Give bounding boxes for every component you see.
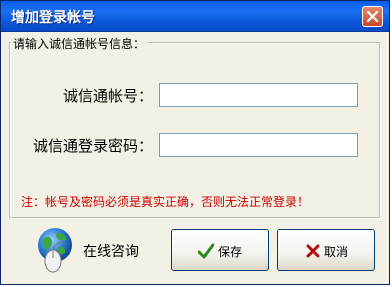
save-button-label: 保存 <box>218 245 243 259</box>
close-button[interactable] <box>362 6 383 27</box>
cancel-button[interactable]: 取消 <box>277 229 375 271</box>
checkmark-icon <box>198 243 214 259</box>
save-button[interactable]: 保存 <box>171 229 269 271</box>
x-icon <box>306 244 320 258</box>
dialog-window: 增加登录帐号 请输入诚信通帐号信息： 诚信通帐号： 诚信通登录密码： 注：帐号及… <box>0 0 390 285</box>
password-label: 诚信通登录密码： <box>33 137 154 155</box>
globe-mouse-icon <box>38 228 72 273</box>
account-label: 诚信通帐号： <box>63 87 154 105</box>
group-legend: 请输入诚信通帐号信息： <box>11 35 148 52</box>
title-bar[interactable]: 增加登录帐号 <box>1 1 389 32</box>
warning-note: 注：帐号及密码必须是真实正确，否则无法正常登录！ <box>21 195 310 209</box>
window-title: 增加登录帐号 <box>11 10 95 26</box>
online-consult-link[interactable]: 在线咨询 <box>35 225 155 275</box>
account-input[interactable] <box>159 83 358 107</box>
account-info-group <box>9 42 380 218</box>
password-input[interactable] <box>159 133 358 157</box>
cancel-button-label: 取消 <box>324 245 349 259</box>
close-icon <box>367 11 378 22</box>
online-consult-label: 在线咨询 <box>83 244 139 260</box>
